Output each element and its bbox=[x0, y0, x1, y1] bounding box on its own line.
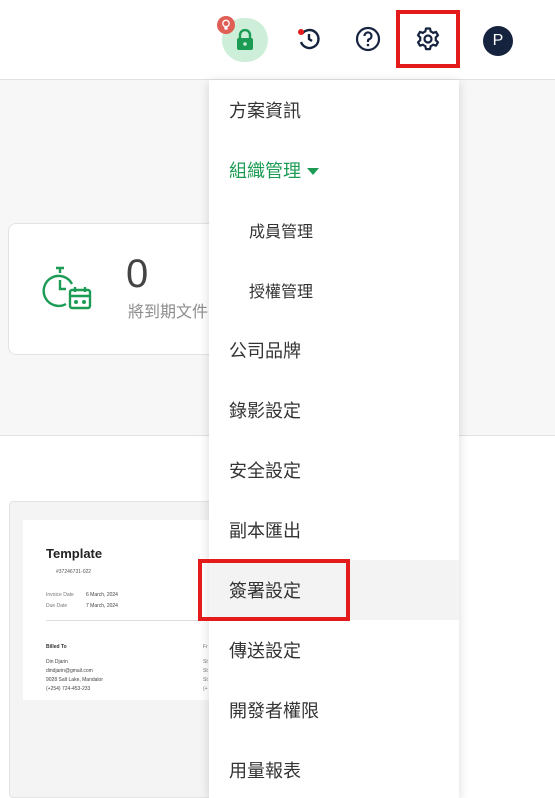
menu-item-delivery-settings[interactable]: 傳送設定 bbox=[209, 620, 459, 680]
menu-item-security-settings[interactable]: 安全設定 bbox=[209, 440, 459, 500]
help-icon bbox=[355, 26, 381, 52]
due-date-label: Due Date bbox=[46, 603, 68, 609]
history-icon bbox=[298, 28, 320, 50]
invoice-date: 6 March, 2024 bbox=[86, 592, 118, 598]
history-button[interactable] bbox=[292, 22, 326, 56]
stopwatch-calendar-icon bbox=[42, 264, 94, 314]
billed-line: dindjarin@gmail.com bbox=[46, 668, 93, 674]
menu-item-developer-permissions[interactable]: 開發者權限 bbox=[209, 680, 459, 740]
menu-item-licenses[interactable]: 授權管理 bbox=[209, 260, 459, 320]
due-date: 7 March, 2024 bbox=[86, 603, 118, 609]
expiring-documents-count: 0 bbox=[126, 252, 149, 296]
help-button[interactable] bbox=[351, 22, 385, 56]
billed-line: Din Djarin bbox=[46, 659, 68, 665]
invoice-date-row: Invoice Date 6 March, 2024 bbox=[46, 592, 118, 598]
from-label: Fr bbox=[203, 644, 208, 650]
template-divider bbox=[46, 620, 223, 621]
expiring-documents-label: 將到期文件 bbox=[128, 302, 209, 321]
signing-settings-highlight-box bbox=[198, 559, 350, 621]
menu-item-organization[interactable]: 組織管理 bbox=[209, 140, 459, 200]
user-avatar[interactable]: P bbox=[483, 26, 513, 56]
lock-icon bbox=[237, 29, 253, 50]
from-line: St bbox=[203, 677, 208, 683]
settings-highlight-box bbox=[396, 10, 460, 68]
menu-item-organization-label: 組織管理 bbox=[229, 161, 301, 182]
template-number: #37246731-022 bbox=[56, 569, 92, 575]
template-preview: Template #37246731-022 Invoice Date 6 Mar… bbox=[23, 520, 223, 700]
menu-item-usage-report[interactable]: 用量報表 bbox=[209, 740, 459, 798]
invoice-date-label: Invoice Date bbox=[46, 592, 74, 598]
menu-item-plan-info[interactable]: 方案資訊 bbox=[209, 80, 459, 140]
from-line: St bbox=[203, 668, 208, 674]
top-header: P bbox=[0, 0, 555, 80]
template-title: Template bbox=[46, 546, 103, 561]
caret-down-icon bbox=[307, 167, 319, 175]
menu-item-copy-export[interactable]: 副本匯出 bbox=[209, 500, 459, 560]
menu-item-company-brand[interactable]: 公司品牌 bbox=[209, 320, 459, 380]
menu-item-recording-settings[interactable]: 錄影設定 bbox=[209, 380, 459, 440]
due-date-row: Due Date 7 March, 2024 bbox=[46, 603, 118, 609]
menu-item-members[interactable]: 成員管理 bbox=[209, 200, 459, 260]
billed-to-label: Billed To bbox=[46, 644, 67, 650]
from-line: St bbox=[203, 659, 208, 665]
billed-line: (+254) 724-453-233 bbox=[46, 686, 91, 692]
settings-dropdown-menu: 方案資訊 組織管理 成員管理 授權管理 公司品牌 錄影設定 安全設定 副本匯出 … bbox=[209, 80, 459, 798]
bulb-badge-icon bbox=[217, 16, 235, 34]
from-line: (+ bbox=[203, 686, 208, 692]
billed-line: 9028 Salt Lake, Mandalor bbox=[46, 677, 103, 683]
